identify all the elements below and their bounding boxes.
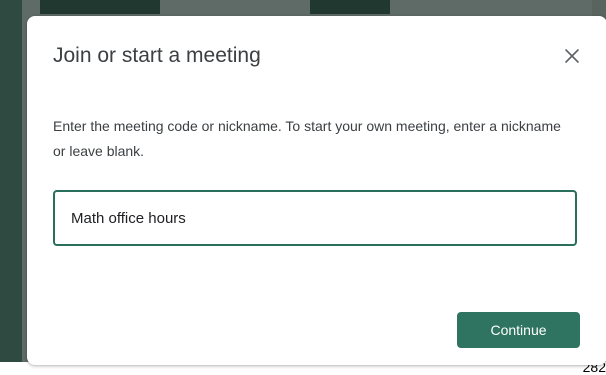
continue-button[interactable]: Continue xyxy=(457,312,580,348)
close-button[interactable] xyxy=(557,41,587,71)
meeting-code-field[interactable] xyxy=(53,190,577,246)
close-icon xyxy=(565,49,579,63)
meeting-code-input[interactable] xyxy=(71,192,551,244)
join-meeting-dialog: Join or start a meeting Enter the meetin… xyxy=(27,16,606,365)
dialog-title: Join or start a meeting xyxy=(53,44,261,67)
dialog-description: Enter the meeting code or nickname. To s… xyxy=(53,118,561,159)
background-panel-top-b xyxy=(310,0,390,14)
background-panel-left xyxy=(0,0,22,373)
background-panel-top-a xyxy=(40,0,160,14)
